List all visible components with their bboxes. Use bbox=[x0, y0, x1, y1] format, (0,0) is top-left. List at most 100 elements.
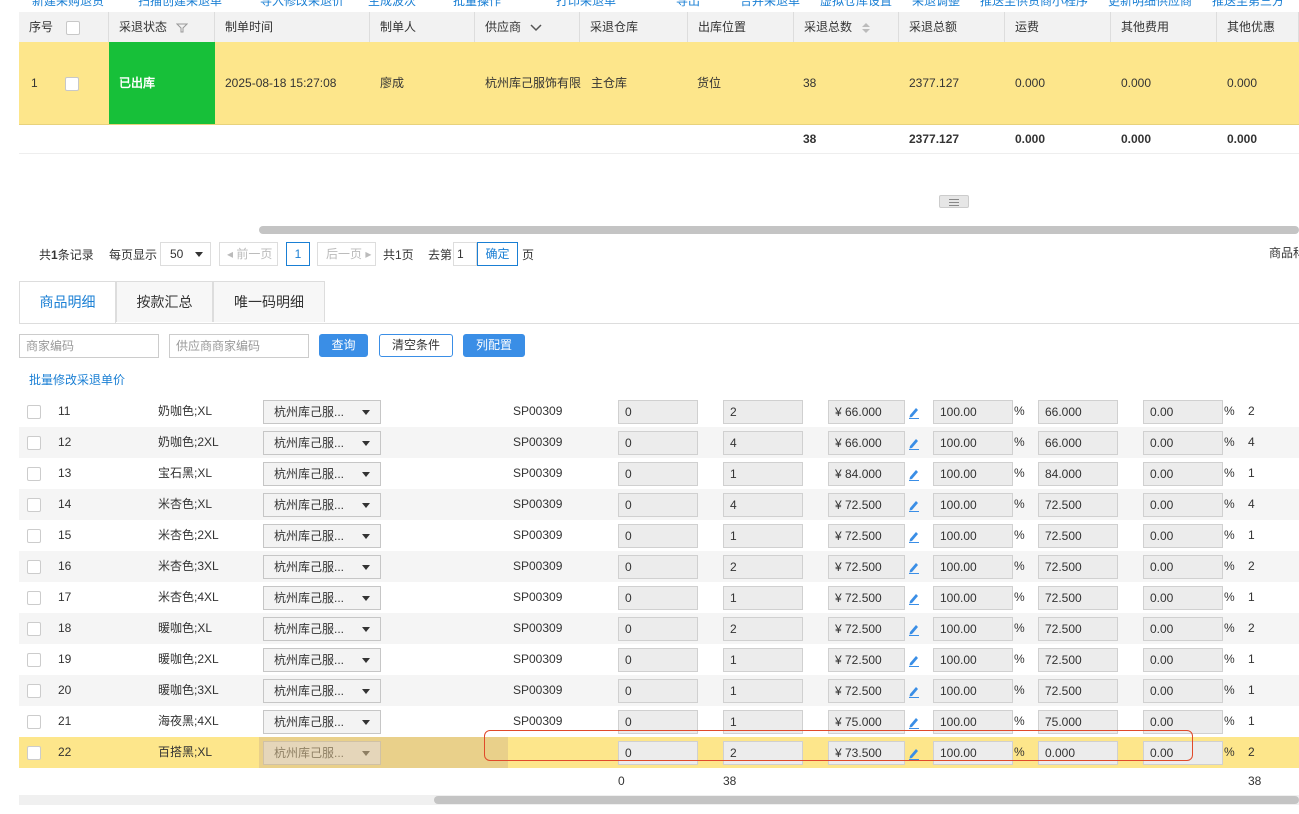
goto-confirm-button[interactable]: 确定 bbox=[477, 242, 518, 266]
field-discount[interactable]: 0.00 bbox=[1143, 431, 1223, 455]
field-qty[interactable]: 1 bbox=[723, 648, 803, 672]
field-v1[interactable]: 0 bbox=[618, 648, 698, 672]
next-page-button[interactable]: 后一页 ▸ bbox=[317, 242, 376, 266]
field-rate[interactable]: 100.00 bbox=[933, 679, 1013, 703]
table-row[interactable]: 16 米杏色;3XL 杭州库己服... SP00309 0 2 ¥ 72.500 100.00… bbox=[19, 551, 1299, 582]
main-table-row[interactable]: 1 已出库 2025-08-18 15:27:08 廖成 杭州库己服饰有限 主仓… bbox=[19, 42, 1299, 125]
upper-horizontal-scrollbar[interactable] bbox=[259, 226, 1299, 234]
supplier-select[interactable]: 杭州库己服... bbox=[263, 617, 381, 641]
toolbar-item-merge[interactable]: 合并采退单 bbox=[740, 0, 800, 8]
field-discount[interactable]: 0.00 bbox=[1143, 462, 1223, 486]
table-row[interactable]: 13 宝石黑;XL 杭州库己服... SP00309 0 1 ¥ 84.000 100.00%… bbox=[19, 458, 1299, 489]
pencil-icon[interactable] bbox=[908, 467, 920, 481]
table-row[interactable]: 17 米杏色;4XL 杭州库己服... SP00309 0 1 ¥ 72.500 100.00… bbox=[19, 582, 1299, 613]
field-price2[interactable]: 72.500 bbox=[1038, 617, 1118, 641]
field-price2[interactable]: 72.500 bbox=[1038, 679, 1118, 703]
field-price[interactable]: ¥ 72.500 bbox=[828, 586, 905, 610]
field-price2[interactable]: 72.500 bbox=[1038, 586, 1118, 610]
field-price2[interactable]: 66.000 bbox=[1038, 431, 1118, 455]
toolbar-item-push-supplier[interactable]: 推送至供货商小程序 bbox=[980, 0, 1088, 8]
pencil-icon[interactable] bbox=[908, 560, 920, 574]
toolbar-item-adjust[interactable]: 采退调整 bbox=[912, 0, 960, 8]
field-qty[interactable]: 1 bbox=[723, 524, 803, 548]
field-qty[interactable]: 2 bbox=[723, 555, 803, 579]
row-checkbox[interactable] bbox=[27, 498, 41, 512]
field-rate[interactable]: 100.00 bbox=[933, 648, 1013, 672]
supplier-select[interactable]: 杭州库己服... bbox=[263, 679, 381, 703]
field-rate[interactable]: 100.00 bbox=[933, 431, 1013, 455]
field-price[interactable]: ¥ 66.000 bbox=[828, 400, 905, 424]
field-qty[interactable]: 1 bbox=[723, 462, 803, 486]
field-v1[interactable]: 0 bbox=[618, 493, 698, 517]
field-price[interactable]: ¥ 72.500 bbox=[828, 524, 905, 548]
toolbar-item-virtual-wh[interactable]: 虚拟仓库设置 bbox=[820, 0, 892, 8]
supplier-select[interactable]: 杭州库己服... bbox=[263, 431, 381, 455]
row-checkbox[interactable] bbox=[27, 684, 41, 698]
field-rate[interactable]: 100.00 bbox=[933, 400, 1013, 424]
field-price2[interactable]: 72.500 bbox=[1038, 555, 1118, 579]
field-qty[interactable]: 2 bbox=[723, 617, 803, 641]
field-rate[interactable]: 100.00 bbox=[933, 462, 1013, 486]
toolbar-item-scan-create[interactable]: 扫描创建采退单 bbox=[138, 0, 222, 8]
field-v1[interactable]: 0 bbox=[618, 524, 698, 548]
pencil-icon[interactable] bbox=[908, 653, 920, 667]
table-row[interactable]: 19 暖咖色;2XL 杭州库己服... SP00309 0 1 ¥ 72.500 100.00… bbox=[19, 644, 1299, 675]
pencil-icon[interactable] bbox=[908, 715, 920, 729]
toolbar-item-new-return[interactable]: 新建采购退货 bbox=[32, 0, 104, 8]
merchant-code-input[interactable]: 商家编码 bbox=[19, 334, 159, 358]
tab-product-detail[interactable]: 商品明细 bbox=[19, 281, 116, 323]
field-price[interactable]: ¥ 72.500 bbox=[828, 555, 905, 579]
field-discount[interactable]: 0.00 bbox=[1143, 493, 1223, 517]
field-v1[interactable]: 0 bbox=[618, 617, 698, 641]
row-checkbox[interactable] bbox=[27, 653, 41, 667]
field-v1[interactable]: 0 bbox=[618, 586, 698, 610]
supplier-select[interactable]: 杭州库己服... bbox=[263, 462, 381, 486]
field-rate[interactable]: 100.00 bbox=[933, 524, 1013, 548]
table-row[interactable]: 12 奶咖色;2XL 杭州库己服... SP00309 0 4 ¥ 66.000 100.00… bbox=[19, 427, 1299, 458]
col-header-supplier[interactable]: 供应商 bbox=[475, 12, 580, 42]
field-v1[interactable]: 0 bbox=[618, 679, 698, 703]
resize-handle[interactable] bbox=[939, 195, 969, 208]
supplier-select[interactable]: 杭州库己服... bbox=[263, 710, 381, 734]
col-header-total-qty[interactable]: 采退总数 bbox=[794, 12, 899, 42]
toolbar-item-export[interactable]: 导出 bbox=[676, 0, 700, 8]
supplier-code-input[interactable]: 供应商商家编码 bbox=[169, 334, 309, 358]
clear-filter-button[interactable]: 清空条件 bbox=[379, 334, 453, 357]
tab-style-summary[interactable]: 按款汇总 bbox=[116, 281, 213, 322]
prev-page-button[interactable]: ◂ 前一页 bbox=[219, 242, 278, 266]
supplier-select[interactable]: 杭州库己服... bbox=[263, 555, 381, 579]
supplier-select[interactable]: 杭州库己服... bbox=[263, 524, 381, 548]
table-row[interactable]: 20 暖咖色;3XL 杭州库己服... SP00309 0 1 ¥ 72.500 100.00… bbox=[19, 675, 1299, 706]
toolbar-item-gen-wave[interactable]: 生成波次 bbox=[368, 0, 416, 8]
field-discount[interactable]: 0.00 bbox=[1143, 617, 1223, 641]
field-qty[interactable]: 1 bbox=[723, 679, 803, 703]
row-checkbox[interactable] bbox=[27, 715, 41, 729]
table-row[interactable]: 15 米杏色;2XL 杭州库己服... SP00309 0 1 ¥ 72.500 100.00… bbox=[19, 520, 1299, 551]
field-price2[interactable]: 84.000 bbox=[1038, 462, 1118, 486]
field-price2[interactable]: 66.000 bbox=[1038, 400, 1118, 424]
field-v1[interactable]: 0 bbox=[618, 555, 698, 579]
toolbar-item-import-price[interactable]: 导入修改采退价 bbox=[260, 0, 344, 8]
field-price[interactable]: ¥ 66.000 bbox=[828, 431, 905, 455]
field-v1[interactable]: 0 bbox=[618, 462, 698, 486]
field-v1[interactable]: 0 bbox=[618, 431, 698, 455]
goto-page-input[interactable]: 1 bbox=[453, 242, 477, 266]
row-checkbox[interactable] bbox=[27, 560, 41, 574]
row-checkbox[interactable] bbox=[27, 591, 41, 605]
field-price[interactable]: ¥ 72.500 bbox=[828, 679, 905, 703]
lower-horizontal-scrollbar[interactable] bbox=[434, 796, 1299, 804]
field-rate[interactable]: 100.00 bbox=[933, 493, 1013, 517]
field-qty[interactable]: 2 bbox=[723, 400, 803, 424]
row-checkbox[interactable] bbox=[27, 436, 41, 450]
pencil-icon[interactable] bbox=[908, 436, 920, 450]
row-checkbox[interactable] bbox=[65, 76, 79, 91]
field-price[interactable]: ¥ 72.500 bbox=[828, 493, 905, 517]
supplier-select[interactable]: 杭州库己服... bbox=[263, 586, 381, 610]
field-rate[interactable]: 100.00 bbox=[933, 586, 1013, 610]
field-discount[interactable]: 0.00 bbox=[1143, 586, 1223, 610]
field-discount[interactable]: 0.00 bbox=[1143, 524, 1223, 548]
column-config-button[interactable]: 列配置 bbox=[463, 334, 525, 357]
toolbar-item-batch-ops[interactable]: 批量操作 bbox=[453, 0, 501, 8]
pencil-icon[interactable] bbox=[908, 684, 920, 698]
toolbar-item-push-third[interactable]: 推送至第三方 bbox=[1212, 0, 1284, 8]
